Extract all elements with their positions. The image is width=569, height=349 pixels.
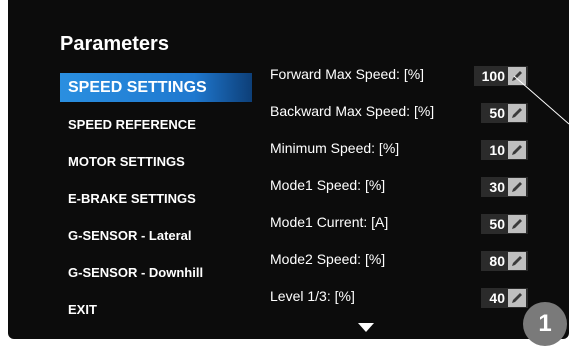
callout-badge: 1 — [523, 302, 567, 346]
callout-leader-line — [513, 75, 569, 125]
